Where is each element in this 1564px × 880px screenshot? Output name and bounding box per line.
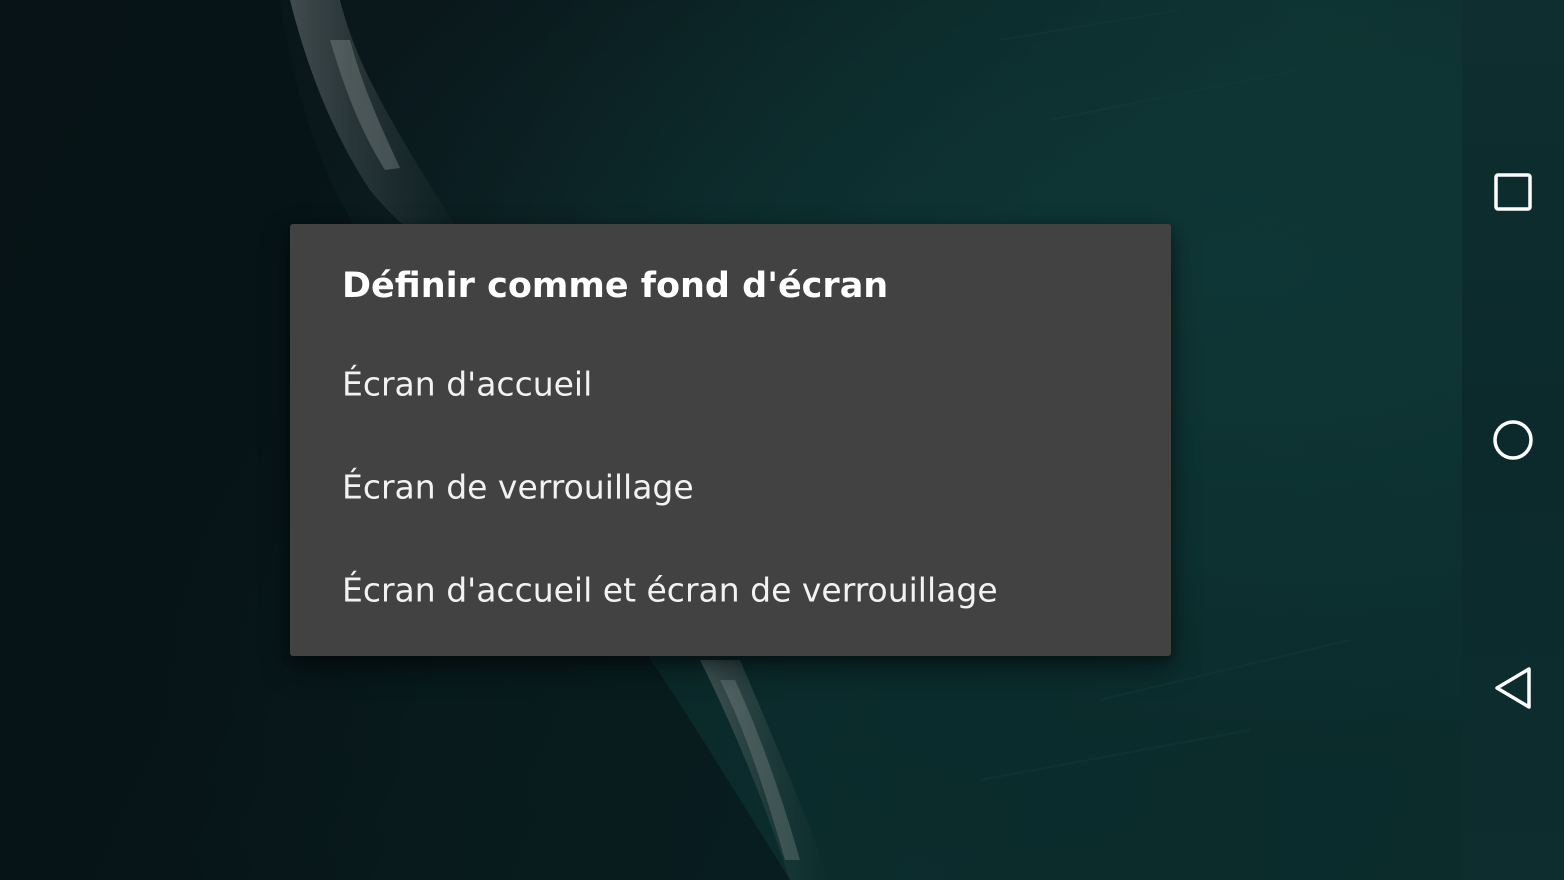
home-button[interactable] — [1488, 415, 1538, 465]
back-triangle-icon — [1495, 667, 1531, 709]
dialog-title: Définir comme fond d'écran — [342, 266, 889, 306]
option-lock-screen[interactable]: Écran de verrouillage — [290, 437, 1171, 537]
option-home-screen[interactable]: Écran d'accueil — [290, 334, 1171, 434]
back-button[interactable] — [1488, 663, 1538, 713]
recents-square-icon — [1494, 173, 1532, 211]
android-screen: Définir comme fond d'écran Écran d'accue… — [0, 0, 1564, 880]
navigation-bar — [1462, 0, 1564, 880]
option-label: Écran de verrouillage — [342, 467, 694, 507]
set-wallpaper-dialog: Définir comme fond d'écran Écran d'accue… — [290, 224, 1171, 656]
option-home-and-lock-screen[interactable]: Écran d'accueil et écran de verrouillage — [290, 540, 1171, 640]
option-label: Écran d'accueil et écran de verrouillage — [342, 570, 998, 610]
recents-button[interactable] — [1488, 167, 1538, 217]
home-circle-icon — [1493, 420, 1533, 460]
option-label: Écran d'accueil — [342, 364, 593, 404]
